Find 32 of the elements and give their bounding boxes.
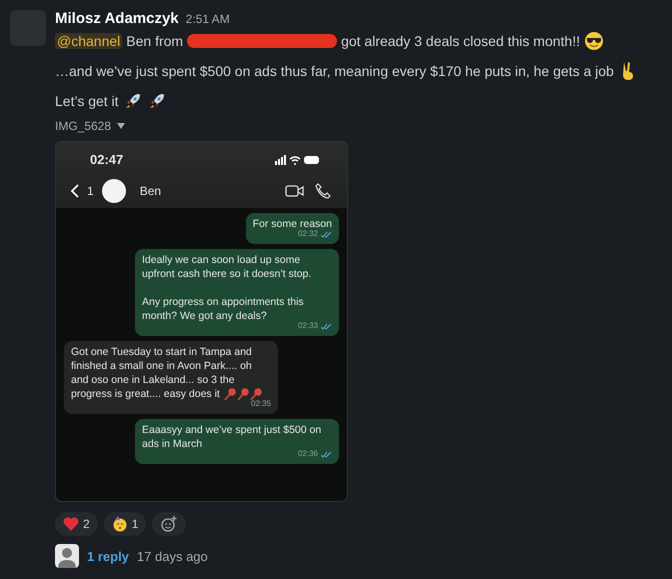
status-icons-drawing [275, 154, 319, 164]
chat-bubble: Eaaasyy and we’ve spent just $500 on ads in March 02:36 [135, 419, 339, 464]
add-reaction-button[interactable] [152, 512, 186, 536]
status-clock: 02:47 [90, 152, 124, 167]
chat-bubble: Got one Tuesday to start in Tampa and finished a small one in Avon Park.... oh and oso one in Lakeland... so 3 the progress is great.... easy does it 02:35 [64, 341, 278, 414]
reaction-button[interactable]: 2 [55, 512, 98, 536]
contact-name[interactable]: Ben [140, 184, 277, 198]
chat-bubble: Ideally we can soon load up some upfront cash there so it doesn’t stop. Any progress on appointments this month? We got any deals? 02:33 [135, 249, 339, 336]
person-avatar-icon [55, 544, 79, 568]
channel-mention[interactable]: @channel [55, 33, 122, 49]
reaction-button[interactable]: 1 [104, 512, 146, 536]
party-face-icon [112, 516, 128, 532]
back-count[interactable]: 1 [87, 184, 94, 198]
phone-call-icon[interactable] [313, 183, 333, 199]
contact-avatar[interactable] [102, 179, 126, 203]
sunglasses-face-icon [584, 31, 604, 51]
video-call-icon[interactable] [285, 183, 305, 199]
author-name[interactable]: Milosz Adamczyk [55, 10, 179, 27]
message-text: Ben from [126, 33, 184, 49]
add-emoji-icon[interactable] [161, 516, 178, 532]
back-icon[interactable] [70, 184, 79, 198]
heart-icon [63, 516, 79, 532]
chat-bubble: For some reason 02:32 [246, 213, 339, 244]
caret-icon[interactable] [117, 123, 126, 129]
attachment-name[interactable]: IMG_5628 [55, 119, 112, 133]
message-text: got already 3 deals closed this month!! [341, 33, 580, 49]
message-text: …and we’ve just spent $500 on ads thus far, meaning every $170 he puts in, he gets a job [55, 63, 614, 79]
message-time[interactable]: 2:51 AM [186, 12, 230, 26]
replies-link[interactable]: 1 reply [87, 548, 129, 564]
message-text: Let’s get it [55, 93, 119, 109]
chat-screenshot[interactable] [55, 141, 348, 502]
last-reply-time: 17 days ago [136, 548, 208, 564]
